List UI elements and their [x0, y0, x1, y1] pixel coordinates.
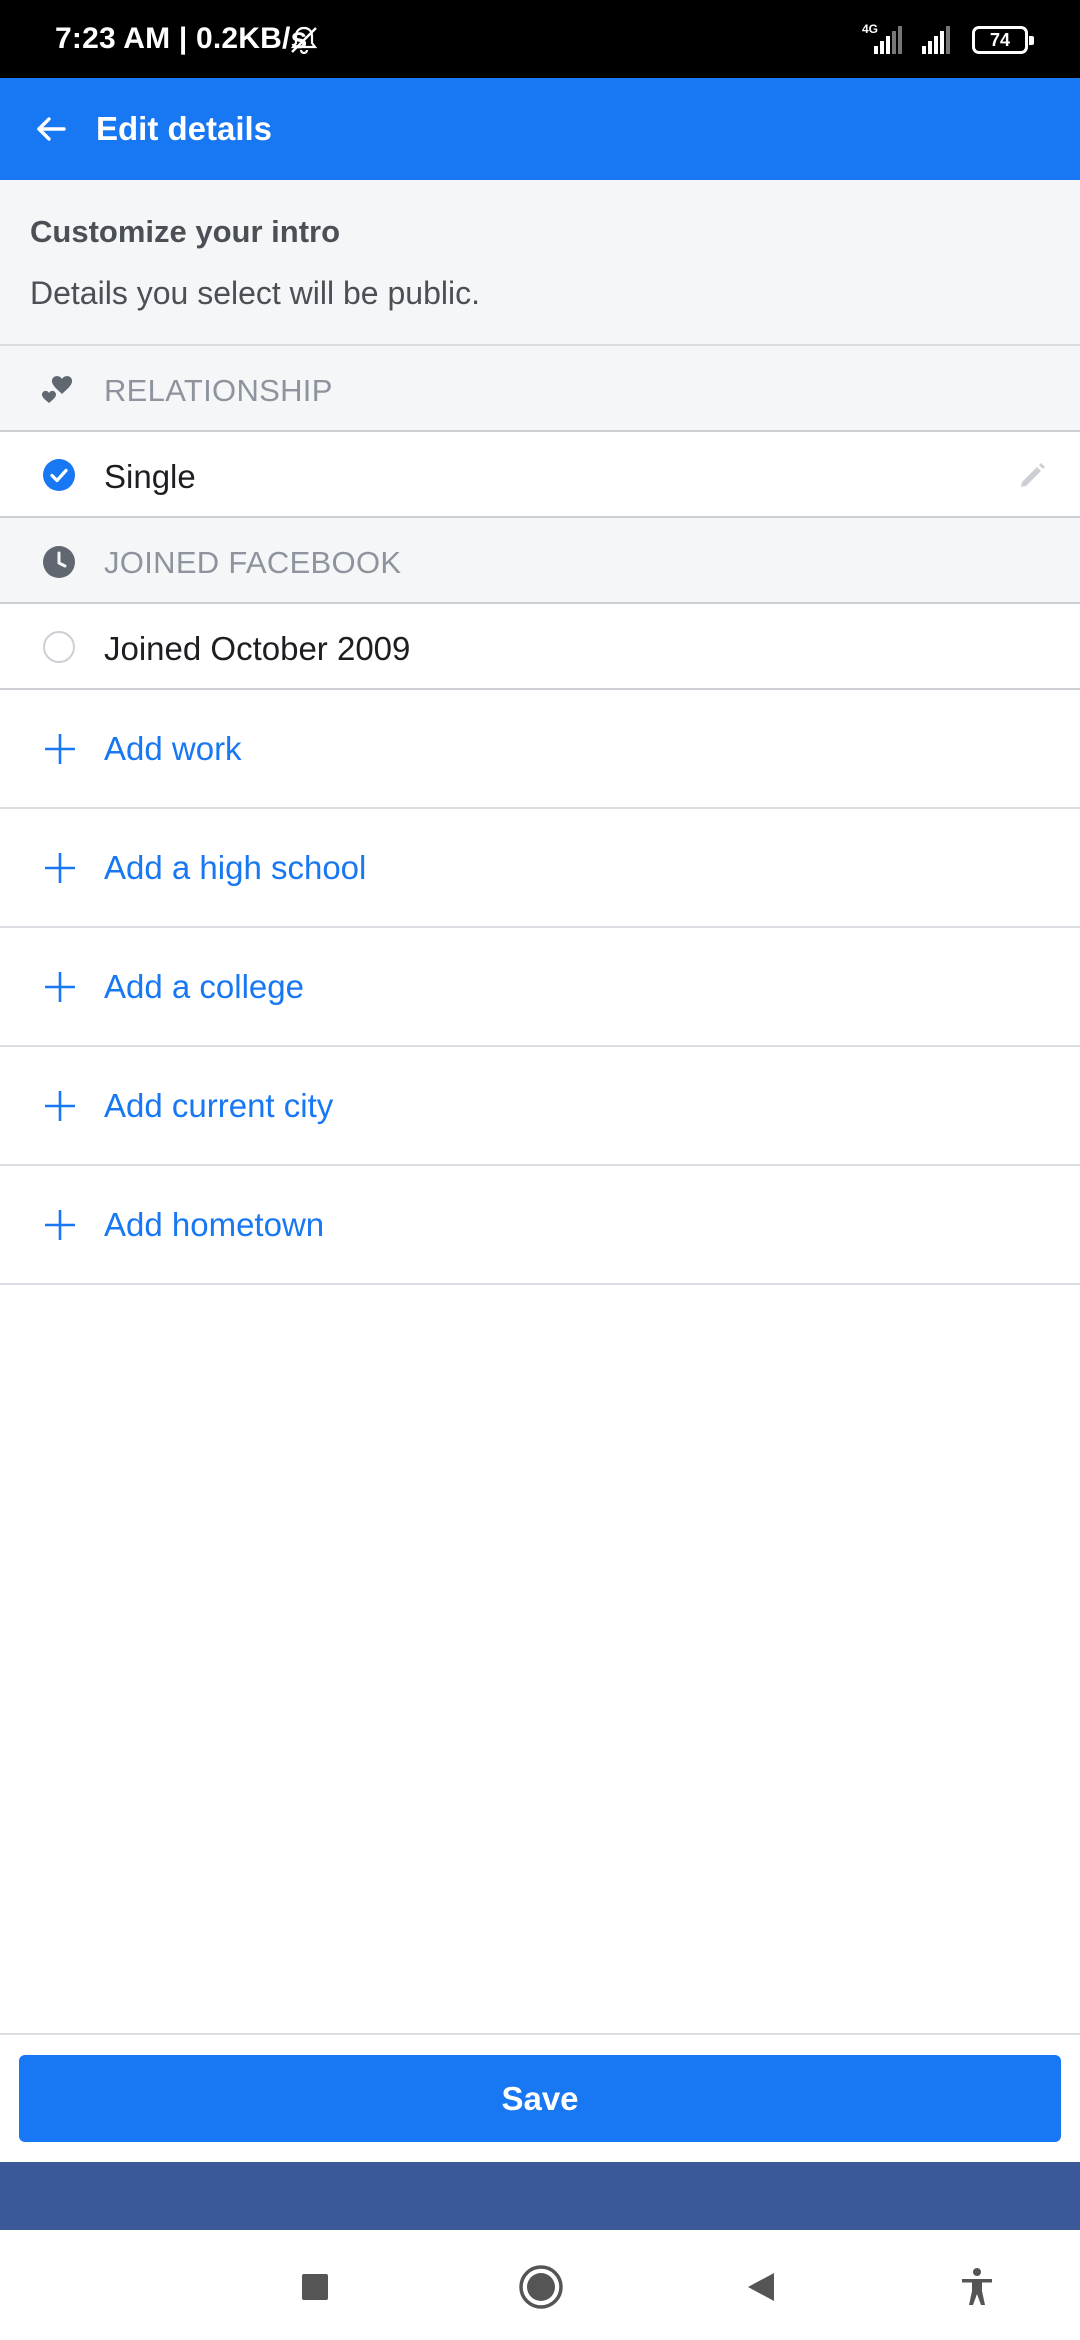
- joined-option[interactable]: Joined October 2009: [0, 604, 1080, 690]
- recents-square-icon: [302, 2274, 328, 2300]
- add-college-label: Add a college: [104, 968, 304, 1005]
- recents-button[interactable]: [290, 2262, 340, 2312]
- clock-icon: [43, 546, 75, 578]
- status-time: 7:23 AM: [55, 22, 171, 55]
- plus-icon: [45, 1210, 75, 1240]
- status-bar: 7:23 AM | 0.2KB/s 4G 74: [0, 0, 1080, 78]
- accessibility-button[interactable]: [952, 2262, 1002, 2312]
- joined-header: JOINED FACEBOOK: [0, 518, 1080, 604]
- option-label-single: Single: [104, 458, 196, 495]
- option-label-joined: Joined October 2009: [104, 630, 411, 667]
- relationship-label: RELATIONSHIP: [104, 373, 333, 408]
- add-high-school-label: Add a high school: [104, 849, 367, 886]
- joined-label: JOINED FACEBOOK: [104, 545, 402, 580]
- add-work-row[interactable]: Add work: [0, 690, 1080, 809]
- signal-icon: [922, 26, 950, 54]
- checkbox-unchecked-icon[interactable]: [43, 631, 75, 663]
- status-time-group: 7:23 AM | 0.2KB/s: [55, 22, 307, 56]
- back-nav-button[interactable]: [736, 2262, 786, 2312]
- add-hometown-label: Add hometown: [104, 1206, 325, 1243]
- add-current-city-row[interactable]: Add current city: [0, 1047, 1080, 1166]
- bell-off-icon: [290, 26, 318, 55]
- add-hometown-row[interactable]: Add hometown: [0, 1166, 1080, 1285]
- battery-icon: 74: [972, 26, 1034, 54]
- add-current-city-label: Add current city: [104, 1087, 334, 1124]
- checkbox-checked-icon[interactable]: [43, 459, 75, 491]
- save-button[interactable]: Save: [19, 2055, 1061, 2142]
- page-title: Edit details: [96, 110, 273, 147]
- add-high-school-row[interactable]: Add a high school: [0, 809, 1080, 928]
- intro-title: Customize your intro: [30, 214, 341, 249]
- relationship-header: RELATIONSHIP: [0, 346, 1080, 432]
- pencil-icon[interactable]: [1016, 458, 1050, 492]
- hearts-icon: [41, 376, 73, 403]
- home-button[interactable]: [516, 2262, 566, 2312]
- status-icons: 4G 74: [860, 22, 1034, 58]
- relationship-option-single[interactable]: Single: [0, 432, 1080, 518]
- add-work-label: Add work: [104, 730, 242, 767]
- checkmark-icon: [50, 468, 68, 483]
- home-circle-icon: [519, 2265, 563, 2309]
- signal-4g-icon: 4G: [860, 22, 904, 56]
- add-college-row[interactable]: Add a college: [0, 928, 1080, 1047]
- accessibility-icon: [962, 2268, 992, 2305]
- plus-icon: [45, 734, 75, 764]
- back-triangle-icon: [748, 2273, 774, 2301]
- intro-section: Customize your intro Details you select …: [0, 180, 1080, 346]
- footer-band: [0, 2162, 1080, 2230]
- app-bar: Edit details: [0, 78, 1080, 180]
- plus-icon: [45, 853, 75, 883]
- bottom-divider: [0, 2033, 1080, 2035]
- back-button[interactable]: [22, 100, 80, 158]
- arrow-left-icon: [37, 117, 66, 141]
- system-nav-bar: [0, 2230, 1080, 2340]
- status-separator: |: [170, 22, 196, 55]
- battery-level: 74: [989, 29, 1011, 50]
- plus-icon: [45, 1091, 75, 1121]
- plus-icon: [45, 972, 75, 1002]
- intro-subtitle: Details you select will be public.: [30, 275, 480, 311]
- network-type: 4G: [862, 22, 879, 36]
